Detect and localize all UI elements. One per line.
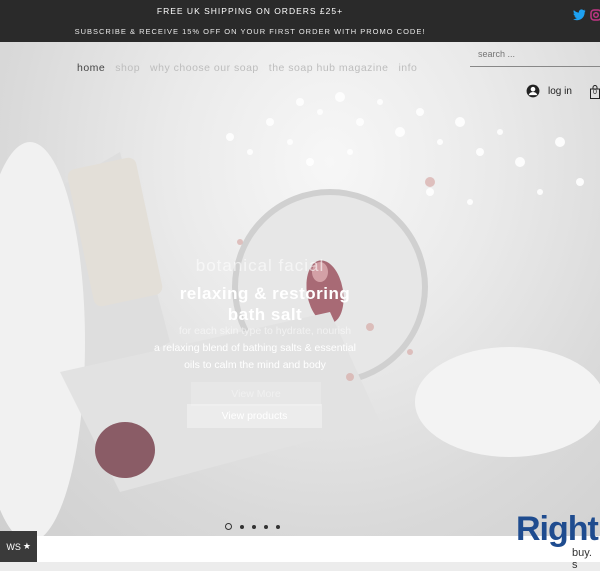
nav-item-soap-hub-magazine[interactable]: the soap hub magazine [269, 62, 389, 74]
twitter-icon[interactable] [573, 8, 586, 26]
page-bottom-strip [0, 536, 600, 562]
view-products-button[interactable]: View products [187, 404, 322, 428]
nav-item-info[interactable]: info [398, 62, 417, 74]
nav-item-home[interactable]: home [77, 62, 105, 74]
announcement-bar: FREE UK SHIPPING ON ORDERS £25+ SUBSCRIB… [0, 0, 600, 42]
slider-pagination [225, 523, 280, 530]
view-more-button[interactable]: View More [191, 382, 321, 406]
slide-description-line1: a relaxing blend of bathing salts & esse… [154, 342, 356, 354]
slide-dot-2[interactable] [240, 524, 244, 529]
login-label: log in [548, 85, 572, 97]
main-nav: home shop why choose our soap the soap h… [77, 62, 417, 74]
slide-dot-3[interactable] [252, 524, 256, 529]
search-input[interactable] [470, 44, 598, 64]
slide-dot-5[interactable] [276, 524, 280, 529]
nav-item-shop[interactable]: shop [115, 62, 140, 74]
cart-button[interactable]: 0 [590, 85, 600, 104]
star-icon: ★ [22, 541, 31, 551]
brand-logo-text[interactable]: Right [516, 509, 599, 549]
slide-faded-title: botanical facial [195, 256, 325, 275]
slide-description: a relaxing blend of bathing salts & esse… [140, 340, 370, 374]
slide-dot-4[interactable] [264, 524, 268, 529]
instagram-icon[interactable] [590, 8, 600, 26]
slide-title-line1: relaxing & restoring [179, 284, 351, 303]
slide-title: relaxing & restoring bath salt [150, 283, 380, 325]
shipping-announcement: FREE UK SHIPPING ON ORDERS £25+ [156, 6, 344, 16]
slide-title-line2: bath salt [227, 305, 303, 324]
brand-tagline: buy. s [572, 547, 592, 571]
subscribe-announcement: SUBSCRIBE & RECEIVE 15% OFF ON YOUR FIRS… [74, 27, 426, 36]
reviews-badge[interactable]: WS ★ [0, 531, 37, 562]
slide-dot-1[interactable] [225, 523, 232, 530]
search-box [470, 44, 600, 67]
user-icon [526, 84, 540, 98]
cart-count: 0 [593, 89, 597, 96]
hero-slideshow: botanical facial relaxing & restoring ba… [0, 42, 600, 536]
login-link[interactable]: log in [526, 84, 572, 98]
slide-faded-description: for each skin type to hydrate, nourish [178, 325, 352, 337]
reviews-label: WS [6, 541, 21, 552]
slide-description-line2: oils to calm the mind and body [184, 359, 326, 371]
nav-item-why-choose-our-soap[interactable]: why choose our soap [150, 62, 259, 74]
